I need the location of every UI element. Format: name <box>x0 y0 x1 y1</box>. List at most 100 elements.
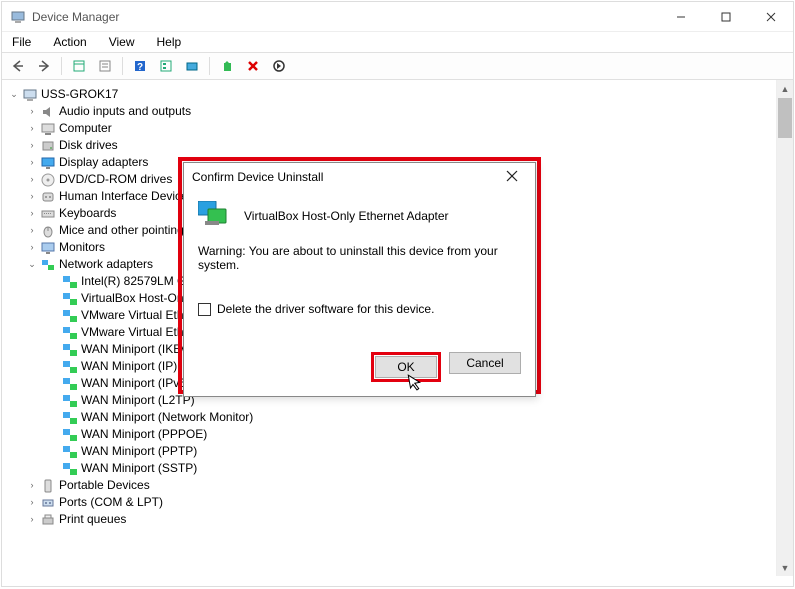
tree-row[interactable]: WAN Miniport (SSTP) <box>8 460 772 477</box>
expand-icon[interactable]: › <box>26 239 38 256</box>
expand-icon[interactable]: › <box>26 511 38 528</box>
scan-hardware-button[interactable] <box>180 55 204 77</box>
minimize-button[interactable] <box>658 2 703 31</box>
nic-icon <box>62 410 78 426</box>
portable-icon <box>40 478 56 494</box>
collapse-icon[interactable]: ⌄ <box>8 86 20 103</box>
tree-label: WAN Miniport (IP) <box>81 358 177 375</box>
hid-icon <box>40 189 56 205</box>
uninstall-button[interactable] <box>241 55 265 77</box>
tree-label: WAN Miniport (PPTP) <box>81 443 197 460</box>
scroll-down-button[interactable]: ▼ <box>777 559 793 576</box>
tree-label: WAN Miniport (Network Monitor) <box>81 409 253 426</box>
tree-label: USS-GROK17 <box>41 86 118 103</box>
menu-file[interactable]: File <box>8 33 35 51</box>
ok-button-highlight: OK <box>371 352 441 382</box>
tree-label: Monitors <box>59 239 105 256</box>
maximize-button[interactable] <box>703 2 748 31</box>
nic-icon <box>62 325 78 341</box>
tree-row[interactable]: › Print queues <box>8 511 772 528</box>
tree-label: WAN Miniport (SSTP) <box>81 460 197 477</box>
dialog-close-button[interactable] <box>497 169 527 185</box>
menu-help[interactable]: Help <box>153 33 186 51</box>
update-driver-button[interactable] <box>215 55 239 77</box>
confirm-uninstall-dialog: Confirm Device Uninstall VirtualBox Host… <box>183 162 536 397</box>
computer-icon <box>40 121 56 137</box>
help-button[interactable]: ? <box>128 55 152 77</box>
scrollbar-thumb[interactable] <box>778 98 792 138</box>
expand-icon[interactable]: › <box>26 494 38 511</box>
nic-icon <box>62 393 78 409</box>
nic-icon <box>62 274 78 290</box>
dialog-title: Confirm Device Uninstall <box>192 170 497 184</box>
expand-icon[interactable]: › <box>26 103 38 120</box>
vertical-scrollbar[interactable]: ▲ ▼ <box>776 80 793 576</box>
tree-label: WAN Miniport (L2TP) <box>81 392 195 409</box>
tree-label: Network adapters <box>59 256 153 273</box>
scrollbar-track[interactable] <box>777 139 793 559</box>
mouse-icon <box>40 223 56 239</box>
svg-text:?: ? <box>137 62 143 73</box>
expand-icon[interactable]: › <box>26 120 38 137</box>
nic-icon <box>62 342 78 358</box>
tree-row[interactable]: › Computer <box>8 120 772 137</box>
tree-label: WAN Miniport (IPv6) <box>81 375 190 392</box>
dvd-icon <box>40 172 56 188</box>
tree-label: Portable Devices <box>59 477 150 494</box>
show-hidden-button[interactable] <box>67 55 91 77</box>
nic-icon <box>62 427 78 443</box>
delete-driver-checkbox[interactable]: Delete the driver software for this devi… <box>198 302 521 316</box>
tree-row[interactable]: ⌄ USS-GROK17 <box>8 86 772 103</box>
tree-label: Print queues <box>59 511 126 528</box>
tree-label: Keyboards <box>59 205 116 222</box>
tree-label: Disk drives <box>59 137 118 154</box>
expand-icon[interactable]: › <box>26 171 38 188</box>
tree-button[interactable] <box>154 55 178 77</box>
tree-row[interactable]: › Disk drives <box>8 137 772 154</box>
tree-label: Audio inputs and outputs <box>59 103 191 120</box>
tree-row[interactable]: WAN Miniport (PPPOE) <box>8 426 772 443</box>
back-button[interactable] <box>6 55 30 77</box>
dialog-device-name: VirtualBox Host-Only Ethernet Adapter <box>244 209 449 223</box>
tree-label: DVD/CD-ROM drives <box>59 171 172 188</box>
expand-icon[interactable]: › <box>26 137 38 154</box>
tree-row[interactable]: WAN Miniport (PPTP) <box>8 443 772 460</box>
tree-label: WAN Miniport (PPPOE) <box>81 426 207 443</box>
dialog-warning-text: Warning: You are about to uninstall this… <box>198 244 521 272</box>
tree-row[interactable]: WAN Miniport (Network Monitor) <box>8 409 772 426</box>
nic-icon <box>62 308 78 324</box>
expand-icon[interactable]: › <box>26 154 38 171</box>
forward-button[interactable] <box>32 55 56 77</box>
app-icon <box>10 9 26 25</box>
close-button[interactable] <box>748 2 793 31</box>
nic-icon <box>62 359 78 375</box>
properties-button[interactable] <box>93 55 117 77</box>
tree-label: Ports (COM & LPT) <box>59 494 163 511</box>
tree-row[interactable]: › Portable Devices <box>8 477 772 494</box>
menubar: File Action View Help <box>2 32 793 52</box>
menu-action[interactable]: Action <box>49 33 90 51</box>
disable-button[interactable] <box>267 55 291 77</box>
expand-icon[interactable]: › <box>26 188 38 205</box>
checkbox-label: Delete the driver software for this devi… <box>217 302 434 316</box>
scroll-up-button[interactable]: ▲ <box>777 80 793 97</box>
keyboard-icon <box>40 206 56 222</box>
tree-label: Human Interface Devices <box>59 188 194 205</box>
expand-icon[interactable]: › <box>26 222 38 239</box>
collapse-icon[interactable]: ⌄ <box>26 256 38 273</box>
toolbar: ? <box>2 52 793 80</box>
speaker-icon <box>40 104 56 120</box>
tree-row[interactable]: › Audio inputs and outputs <box>8 103 772 120</box>
printer-icon <box>40 512 56 528</box>
tree-label: Computer <box>59 120 112 137</box>
expand-icon[interactable]: › <box>26 477 38 494</box>
menu-view[interactable]: View <box>105 33 139 51</box>
root-icon <box>22 87 38 103</box>
expand-icon[interactable]: › <box>26 205 38 222</box>
ok-button[interactable]: OK <box>375 356 437 378</box>
cancel-button[interactable]: Cancel <box>449 352 521 374</box>
tree-label: WAN Miniport (IKEv2) <box>81 341 198 358</box>
nic-icon <box>62 291 78 307</box>
display-icon <box>40 155 56 171</box>
tree-row[interactable]: › Ports (COM & LPT) <box>8 494 772 511</box>
